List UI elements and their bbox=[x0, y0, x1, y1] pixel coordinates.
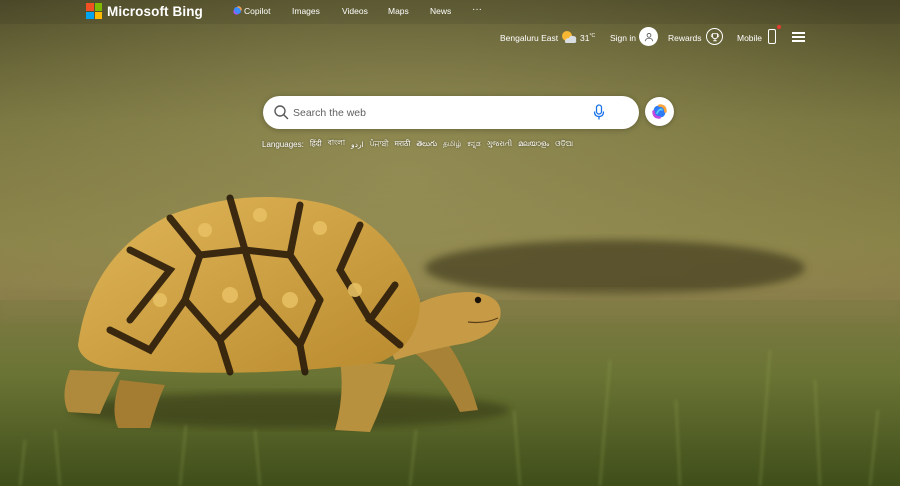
microphone-icon[interactable] bbox=[593, 104, 605, 121]
header-right: Bengaluru East 31°C Sign in Rewards Mobi… bbox=[0, 0, 900, 60]
language-marathi[interactable]: मराठी bbox=[395, 139, 411, 149]
languages-label: Languages: bbox=[262, 139, 304, 149]
hamburger-menu-icon[interactable] bbox=[792, 32, 805, 42]
search-box[interactable] bbox=[263, 96, 639, 129]
location-label[interactable]: Bengaluru East bbox=[500, 33, 558, 43]
language-punjabi[interactable]: ਪੰਜਾਬੀ bbox=[370, 139, 389, 149]
trophy-icon bbox=[710, 32, 719, 41]
search-input[interactable] bbox=[293, 103, 593, 122]
user-icon bbox=[644, 32, 653, 41]
language-kannada[interactable]: ಕನ್ನಡ bbox=[467, 139, 480, 149]
menu-line-bottom bbox=[792, 40, 805, 42]
mobile-phone-icon[interactable] bbox=[768, 29, 776, 44]
languages-row: Languages: हिंदी বাংলা اردو ਪੰਜਾਬੀ मराठी… bbox=[262, 138, 579, 150]
copilot-logo-icon bbox=[652, 104, 667, 119]
temperature-unit: °C bbox=[589, 33, 596, 40]
menu-line-middle bbox=[792, 36, 805, 38]
account-avatar-button[interactable] bbox=[639, 27, 658, 46]
language-malayalam[interactable]: മലയാളം bbox=[518, 139, 549, 149]
menu-line-top bbox=[792, 32, 805, 34]
bing-homepage: Microsoft Bing Copilot Images Videos Map… bbox=[0, 0, 900, 486]
language-odia[interactable]: ଓଡ଼ିଆ bbox=[555, 139, 573, 149]
rewards-button[interactable] bbox=[706, 28, 723, 45]
sign-in-link[interactable]: Sign in bbox=[610, 33, 636, 43]
mobile-link[interactable]: Mobile bbox=[737, 33, 762, 43]
language-bengali[interactable]: বাংলা bbox=[328, 138, 345, 150]
notification-dot bbox=[777, 25, 781, 29]
rewards-link[interactable]: Rewards bbox=[668, 33, 702, 43]
temperature: 31°C bbox=[580, 33, 595, 43]
partly-cloudy-icon bbox=[562, 31, 577, 43]
background-image bbox=[0, 0, 900, 486]
language-hindi[interactable]: हिंदी bbox=[310, 139, 322, 149]
language-tamil[interactable]: தமிழ் bbox=[443, 139, 461, 149]
search-icon bbox=[274, 105, 289, 120]
copilot-button[interactable] bbox=[645, 97, 674, 126]
language-gujarati[interactable]: ગુજરાતી bbox=[487, 139, 512, 149]
language-telugu[interactable]: తెలుగు bbox=[416, 139, 437, 150]
language-urdu[interactable]: اردو bbox=[351, 140, 364, 149]
